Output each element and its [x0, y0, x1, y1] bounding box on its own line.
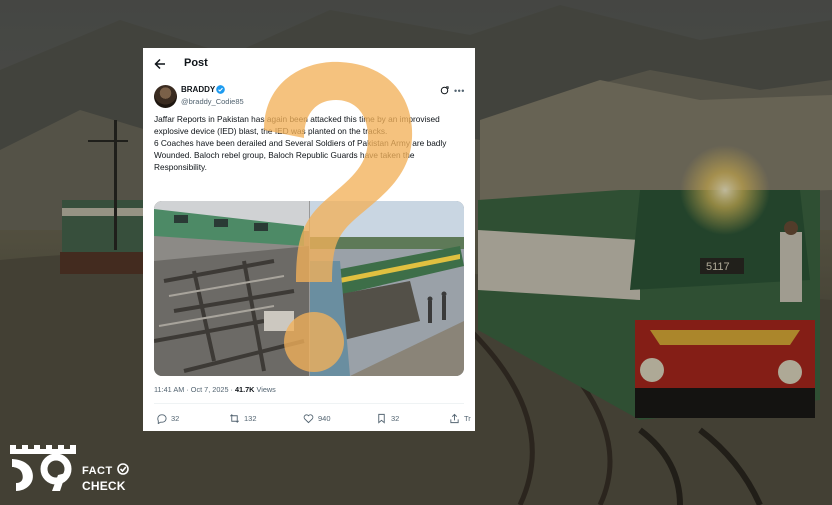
repost-count: 132: [244, 413, 257, 423]
logo-check-text: CHECK: [82, 479, 126, 493]
like-count: 940: [318, 413, 331, 423]
like-button[interactable]: 940: [303, 410, 331, 426]
logo-fact-text: FACT: [82, 465, 113, 477]
question-mark-icon: [264, 61, 413, 372]
tweet-actions: 32 132 940 32 Tr: [143, 410, 475, 428]
author-name[interactable]: BRADDY: [181, 85, 215, 94]
repost-button[interactable]: 132: [229, 410, 257, 426]
author-handle[interactable]: @braddy_Codie85: [181, 97, 244, 106]
share-label: Tr: [464, 413, 471, 423]
share-button[interactable]: Tr: [449, 410, 471, 426]
avatar[interactable]: [154, 85, 177, 108]
more-options-icon[interactable]: •••: [454, 86, 465, 96]
reply-button[interactable]: 32: [156, 410, 179, 426]
heart-icon: [303, 413, 314, 423]
reply-count: 32: [171, 413, 180, 423]
fact-check-logo: FACT CHECK: [8, 443, 133, 495]
verified-badge-icon: [216, 85, 225, 94]
reply-icon: [157, 413, 167, 424]
divider: [154, 403, 464, 404]
grok-icon[interactable]: [440, 86, 449, 95]
bookmark-button[interactable]: 32: [376, 410, 399, 426]
share-icon: [450, 413, 459, 423]
bookmark-count: 32: [391, 413, 400, 423]
timestamp-text: 11:41 AM · Oct 7, 2025 ·: [154, 385, 235, 394]
bookmark-icon: [378, 413, 385, 424]
repost-icon: [230, 413, 239, 423]
back-arrow-icon[interactable]: [153, 57, 167, 71]
page-title: Post: [184, 57, 208, 69]
